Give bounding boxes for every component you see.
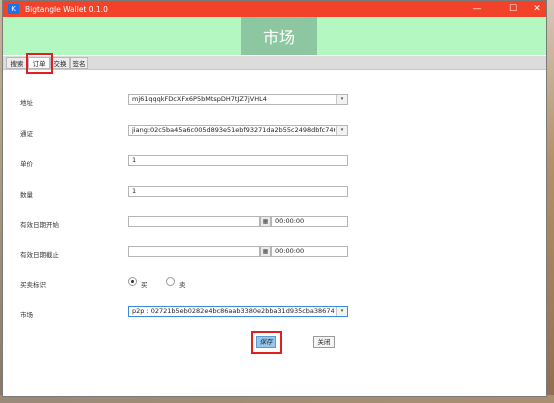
title-bar: K Bigtangle Wallet 0.1.0 — ☐ ✕ [3, 1, 546, 17]
buy-radio[interactable] [128, 277, 137, 286]
price-label: 单价 [20, 160, 33, 168]
page-header: 市场 [3, 17, 546, 55]
market-combobox[interactable]: p2p : 02721b5eb0282e4bc86aab3380e2bba31d… [128, 306, 348, 317]
token-combobox[interactable]: jiang:02c5ba45a6c005d893e51ebf93271da2b5… [128, 125, 348, 136]
sell-radio-label: 卖 [179, 281, 186, 289]
address-label: 地址 [20, 99, 33, 107]
tab-sign[interactable]: 签名 [70, 57, 88, 69]
close-window-button[interactable]: ✕ [523, 1, 551, 17]
save-highlight-box [251, 331, 282, 354]
tab-highlight-box [26, 53, 53, 74]
app-window: K Bigtangle Wallet 0.1.0 — ☐ ✕ 市场 搜索 订单 … [2, 0, 547, 397]
page-title: 市场 [241, 17, 317, 55]
address-value: mj61qqqkFDcXFx6P5bMtspDH7tJZ7jVHL4 [132, 95, 267, 103]
app-logo-icon: K [8, 4, 19, 14]
price-input[interactable]: 1 [128, 155, 348, 166]
chevron-down-icon[interactable]: ▾ [336, 307, 347, 316]
sell-radio[interactable] [166, 277, 175, 286]
valid-to-label: 有效日期截止 [20, 251, 59, 259]
market-value: p2p : 02721b5eb0282e4bc86aab3380e2bba31d… [132, 307, 335, 315]
side-label: 买卖标识 [20, 281, 46, 289]
close-button[interactable]: 关闭 [313, 336, 335, 348]
calendar-icon[interactable]: ▦ [260, 246, 271, 257]
quantity-label: 数量 [20, 191, 33, 199]
chevron-down-icon[interactable]: ▾ [336, 95, 347, 104]
valid-to-date-input[interactable] [128, 246, 260, 257]
address-combobox[interactable]: mj61qqqkFDcXFx6P5bMtspDH7tJZ7jVHL4 ▾ [128, 94, 348, 105]
window-title: Bigtangle Wallet 0.1.0 [25, 4, 108, 14]
token-label: 通证 [20, 130, 33, 138]
valid-from-label: 有效日期开始 [20, 221, 59, 229]
buy-radio-label: 买 [141, 281, 148, 289]
calendar-icon[interactable]: ▦ [260, 216, 271, 227]
chevron-down-icon[interactable]: ▾ [336, 126, 347, 135]
tab-exchange[interactable]: 交换 [50, 57, 70, 69]
valid-from-time-input[interactable]: 00:00:00 [271, 216, 348, 227]
token-value: jiang:02c5ba45a6c005d893e51ebf93271da2b5… [132, 126, 335, 134]
minimize-button[interactable]: — [463, 1, 491, 17]
valid-to-time-input[interactable]: 00:00:00 [271, 246, 348, 257]
quantity-input[interactable]: 1 [128, 186, 348, 197]
tab-search[interactable]: 搜索 [6, 57, 28, 69]
tab-bar: 搜索 订单 交换 签名 [3, 56, 546, 70]
valid-from-date-input[interactable] [128, 216, 260, 227]
market-label: 市场 [20, 311, 33, 319]
